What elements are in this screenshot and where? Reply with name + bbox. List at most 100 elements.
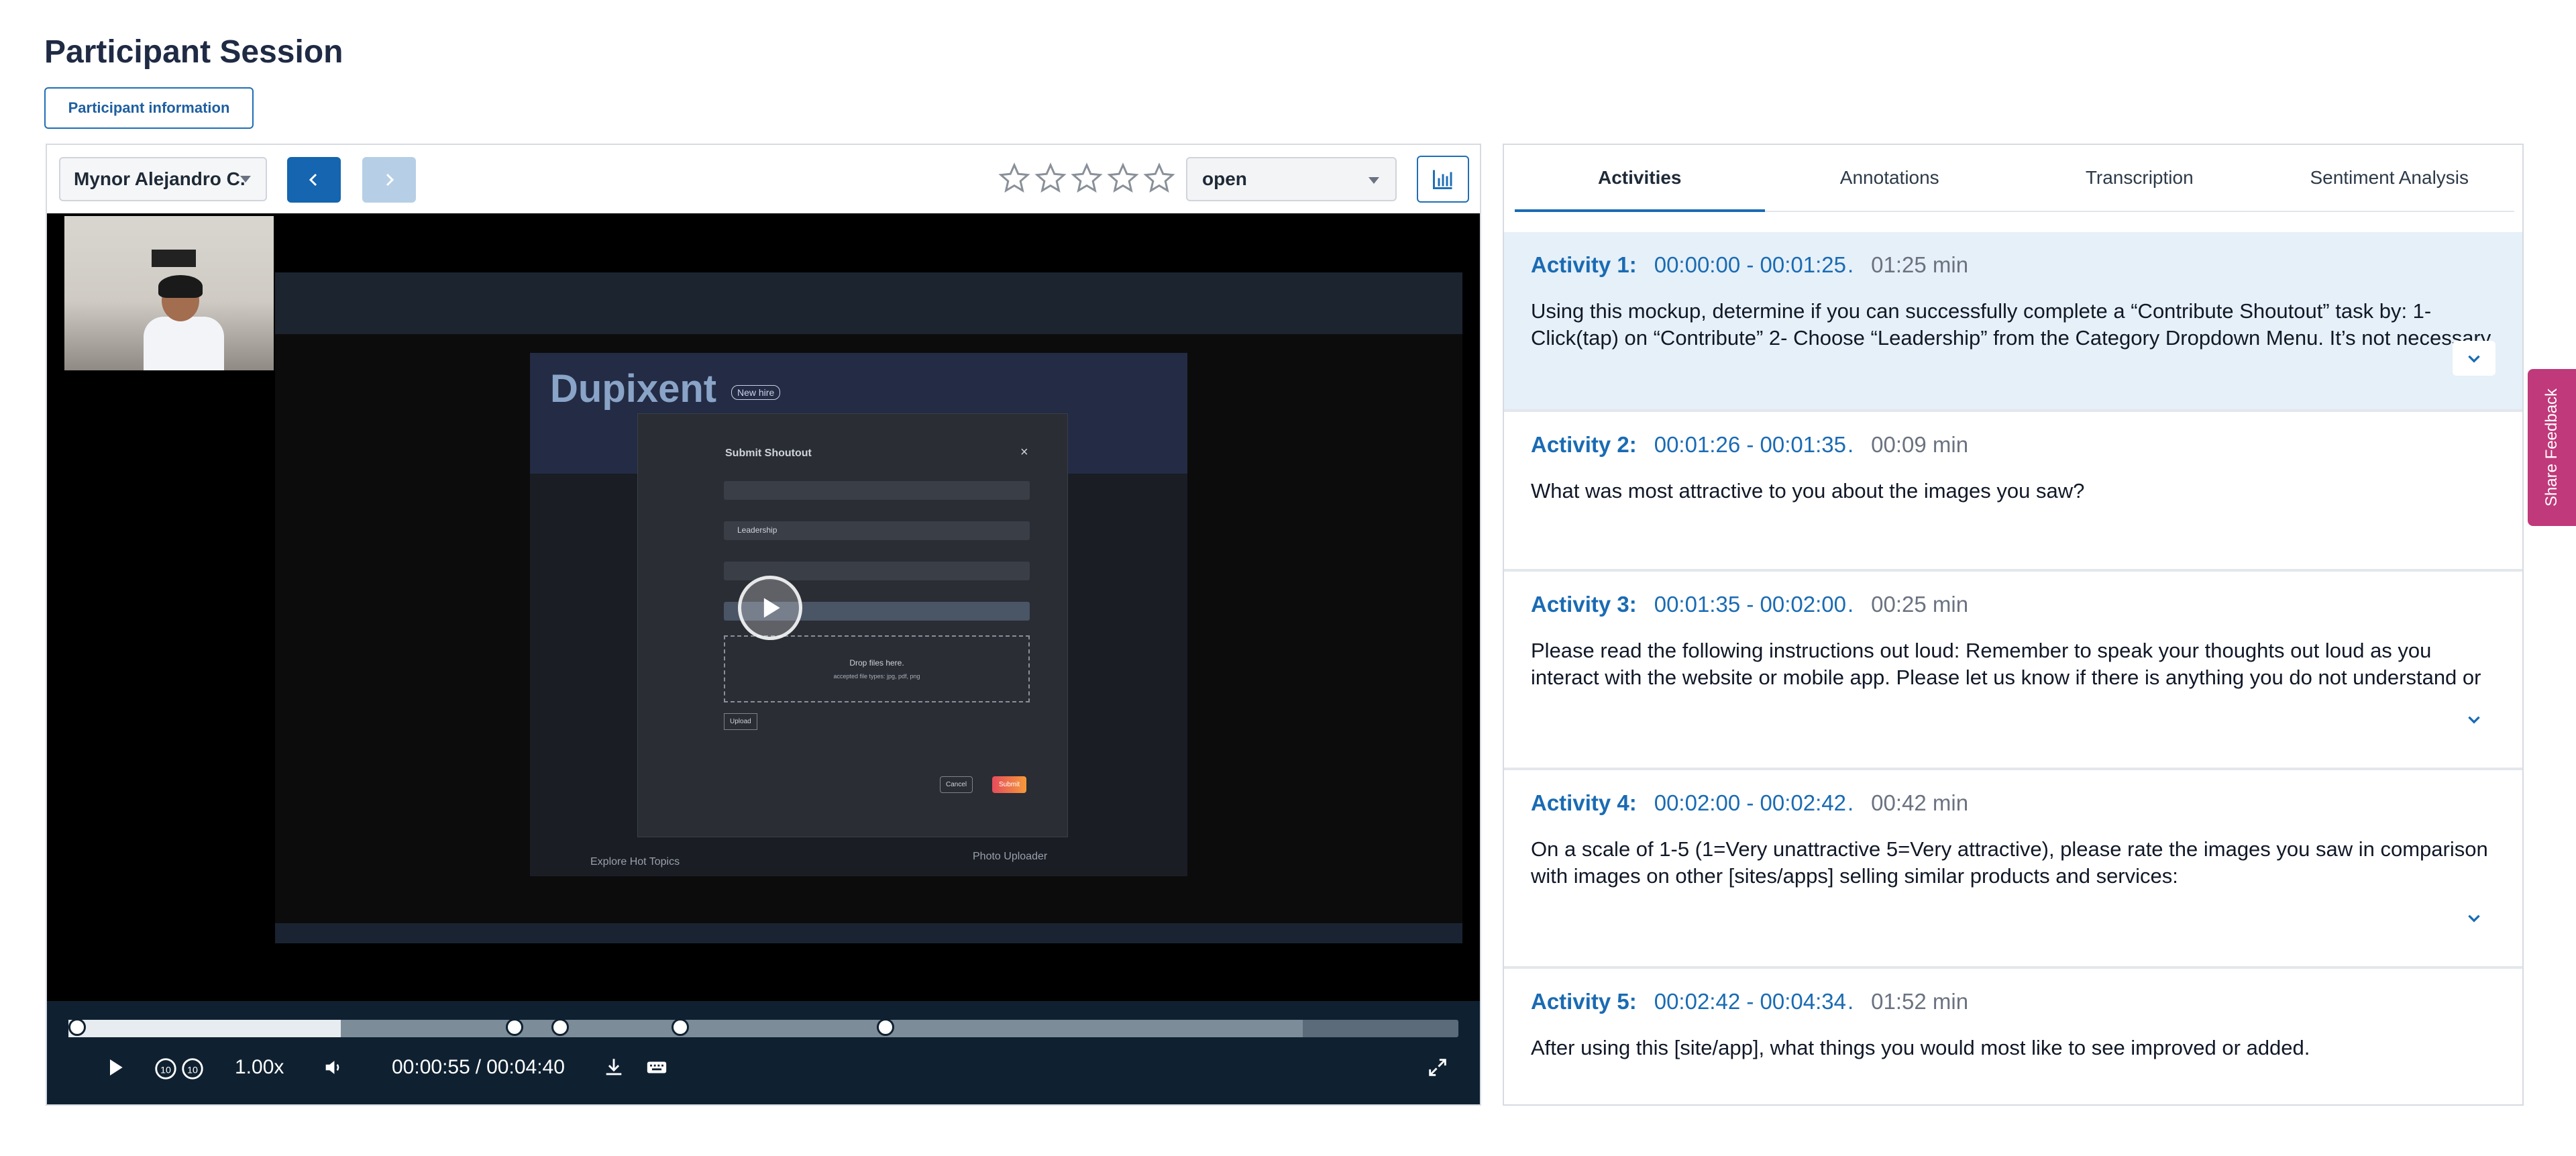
activities-panel: Activities Annotations Transcription Sen… [1503,144,2524,1106]
time-display: 00:00:55 / 00:04:40 [392,1056,565,1079]
volume-button[interactable] [322,1056,345,1079]
screen-recording: Dupixent New hire Submit Shoutout × Lead… [275,272,1462,943]
playback-speed-button[interactable]: 1.00x [235,1056,284,1079]
status-select[interactable]: open [1186,157,1397,201]
page-title: Participant Session [44,34,343,70]
activity-range[interactable]: 00:01:35 - 00:02:00 [1654,592,1846,617]
star-icon[interactable] [1107,162,1139,195]
participant-webcam [64,216,274,370]
activity-separator: . [1847,592,1854,617]
status-value: open [1202,168,1247,189]
forward-10-button[interactable]: 10 [180,1056,205,1082]
panel-tabs: Activities Annotations Transcription Sen… [1515,145,2514,212]
share-feedback-tab[interactable]: Share Feedback [2528,369,2576,526]
video-panel: Mynor Alejandro C. open Dupixent New hir… [46,144,1481,1106]
submit-shoutout-modal: Submit Shoutout × Leadership Drop files … [637,413,1068,837]
timeline-scrubber[interactable] [68,1018,1458,1037]
activity-separator: . [1847,989,1854,1014]
download-button[interactable] [602,1056,625,1079]
captions-button[interactable] [645,1056,668,1079]
volume-icon [325,1061,339,1074]
caret-down-icon [240,176,251,182]
activity-text: On a scale of 1-5 (1=Very unattractive 5… [1531,837,2488,888]
expand-button[interactable] [2453,900,2496,935]
activity-duration: 00:42 min [1871,790,1969,815]
bar-chart-icon [1433,170,1452,189]
timeline-marker[interactable] [506,1018,524,1036]
star-icon[interactable] [1143,162,1175,195]
chevron-left-icon [309,173,317,187]
tab-activities[interactable]: Activities [1515,145,1765,212]
chevron-down-icon [2468,355,2480,363]
activity-item[interactable]: Activity 1: 00:00:00 - 00:01:25 . 01:25 … [1504,232,2522,412]
previous-participant-button[interactable] [287,157,341,203]
activity-text: What was most attractive to you about th… [1531,479,2085,503]
play-overlay-button[interactable] [738,576,802,640]
activity-text: After using this [site/app], what things… [1531,1036,2310,1059]
photo-uploader: Photo Uploader [973,851,1048,862]
activity-name: Activity 4: [1531,790,1637,815]
total-time: 00:04:40 [486,1056,565,1078]
current-time: 00:00:55 [392,1056,470,1078]
drop-subtext: accepted file types: jpg, pdf, png [833,673,920,680]
star-icon[interactable] [1034,162,1067,195]
tab-sentiment-analysis[interactable]: Sentiment Analysis [2265,145,2515,211]
fullscreen-icon [1429,1059,1446,1076]
share-feedback-label: Share Feedback [2542,388,2561,507]
player-toolbar: Mynor Alejandro C. open [47,145,1480,213]
participant-information-button[interactable]: Participant information [44,87,254,129]
timeline-progress [68,1020,341,1037]
activity-item[interactable]: Activity 5: 00:02:42 - 00:04:34 . 01:52 … [1504,969,2522,1104]
category-field: Leadership [724,521,1030,540]
tab-transcription[interactable]: Transcription [2015,145,2265,211]
rewind-10-button[interactable]: 10 [153,1056,178,1082]
upload-button: Upload [724,713,757,730]
activity-item[interactable]: Activity 2: 00:01:26 - 00:01:35 . 00:09 … [1504,412,2522,572]
star-icon[interactable] [1071,162,1103,195]
activity-name: Activity 5: [1531,989,1637,1014]
download-icon [606,1059,622,1075]
activity-duration: 00:09 min [1871,432,1969,457]
timeline-marker[interactable] [671,1018,689,1036]
fullscreen-button[interactable] [1426,1056,1449,1079]
activity-range[interactable]: 00:00:00 - 00:01:25 [1654,252,1846,278]
activity-item[interactable]: Activity 3: 00:01:35 - 00:02:00 . 00:25 … [1504,572,2522,770]
category-value: Leadership [737,525,777,535]
keyboard-icon [647,1061,667,1073]
caret-down-icon [1368,177,1379,184]
app-title: Dupixent [550,367,717,411]
analytics-button[interactable] [1417,156,1469,203]
activity-text: Please read the following instructions o… [1531,639,2481,689]
activity-range[interactable]: 00:02:00 - 00:02:42 [1654,790,1846,816]
chevron-down-icon [2468,914,2480,923]
activity-name: Activity 3: [1531,592,1637,617]
tab-annotations[interactable]: Annotations [1765,145,2015,211]
svg-text:10: 10 [187,1065,198,1075]
star-icon[interactable] [998,162,1030,195]
activity-range[interactable]: 00:02:42 - 00:04:34 [1654,989,1846,1014]
chevron-down-icon [2468,716,2480,724]
play-icon [763,598,780,618]
expand-button[interactable] [2453,341,2496,376]
timeline-marker[interactable] [68,1018,86,1036]
close-icon: × [1020,445,1028,460]
activity-duration: 01:52 min [1871,989,1969,1014]
activity-duration: 00:25 min [1871,592,1969,617]
recorded-taskbar [275,923,1462,943]
activity-separator: . [1847,790,1854,815]
playback-speed: 1.00x [235,1056,284,1078]
activity-item[interactable]: Activity 4: 00:02:00 - 00:02:42 . 00:42 … [1504,770,2522,969]
play-icon [110,1059,123,1075]
drop-text: Drop files here. [849,658,904,668]
activity-range[interactable]: 00:01:26 - 00:01:35 [1654,432,1846,458]
expand-button[interactable] [2453,702,2496,737]
svg-text:10: 10 [160,1065,171,1075]
forward-10-icon: 10 [182,1058,203,1080]
participant-select[interactable]: Mynor Alejandro C. [59,157,267,201]
activity-duration: 01:25 min [1871,252,1969,277]
submit-button: Submit [992,776,1027,793]
play-button[interactable] [105,1056,126,1079]
next-participant-button[interactable] [362,157,416,203]
video-player[interactable]: Dupixent New hire Submit Shoutout × Lead… [47,213,1480,1104]
participant-name: Mynor Alejandro C. [74,168,246,189]
